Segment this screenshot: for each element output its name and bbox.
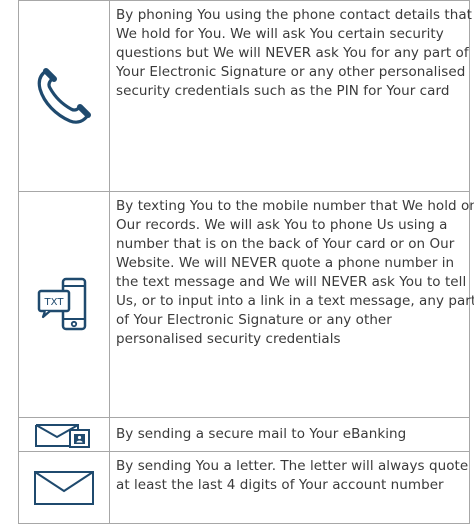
secure-mail-icon <box>35 423 90 448</box>
icon-cell <box>19 1 110 191</box>
table-row: By phoning You using the phone contact d… <box>18 0 472 192</box>
table-row: By sending a secure mail to Your eBankin… <box>18 418 470 452</box>
table-row: TXT By texting You to the mobile number … <box>18 192 474 418</box>
icon-cell <box>19 452 110 523</box>
icon-cell: TXT <box>19 192 110 417</box>
row-text: By phoning You using the phone contact d… <box>116 7 472 99</box>
row-text: By sending You a letter. The letter will… <box>116 458 469 493</box>
icon-cell <box>19 418 110 451</box>
row-text: By sending a secure mail to Your eBankin… <box>116 426 407 442</box>
row-text: By texting You to the mobile number that… <box>116 198 474 347</box>
txt-icon-label: TXT <box>44 297 65 308</box>
table-row: By sending You a letter. The letter will… <box>18 452 470 524</box>
mobile-txt-icon: TXT <box>37 277 87 330</box>
contact-methods-table: By phoning You using the phone contact d… <box>18 0 474 524</box>
phone-handset-icon <box>37 68 91 124</box>
envelope-icon <box>34 470 94 505</box>
